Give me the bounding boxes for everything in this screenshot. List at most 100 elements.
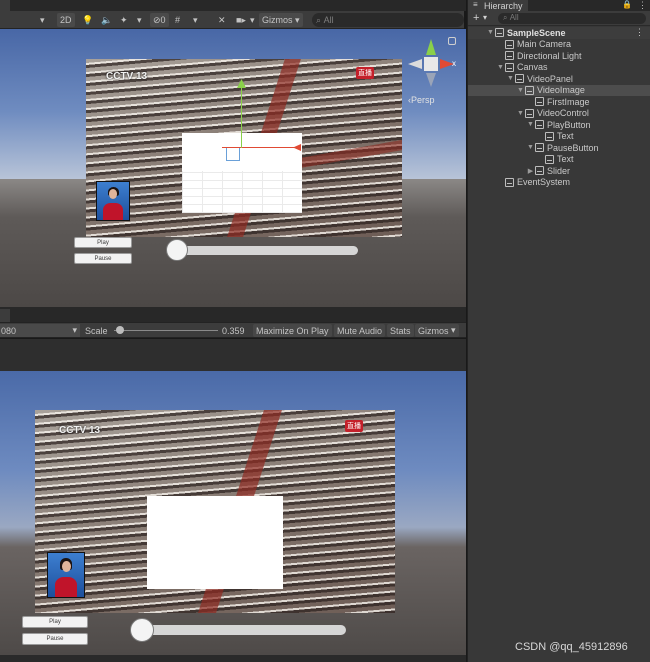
camera-icon[interactable]: ■▸: [236, 13, 246, 27]
camera-dropdown-icon[interactable]: ▾: [250, 13, 255, 27]
hierarchy-item-playbutton[interactable]: ▼ PlayButton: [468, 119, 650, 131]
effects-icon[interactable]: ✦: [120, 13, 128, 27]
pause-button-game[interactable]: Pause: [22, 633, 88, 645]
anchor-suit: [103, 202, 123, 220]
hierarchy-item-label: Text: [557, 131, 574, 142]
orientation-gizmo[interactable]: x: [404, 37, 460, 93]
projection-label[interactable]: ‹Persp: [408, 95, 435, 105]
slider-track-game[interactable]: [134, 625, 346, 635]
hierarchy-item-canvas[interactable]: ▼ Canvas: [468, 62, 650, 74]
hierarchy-item-slider[interactable]: ▶ Slider: [468, 165, 650, 177]
list-icon: ≡: [473, 0, 478, 9]
hierarchy-item-samplescene[interactable]: ▼ SampleScene ⋮: [468, 27, 650, 39]
expand-arrow-icon[interactable]: ▼: [516, 110, 525, 117]
hierarchy-item-directional-light[interactable]: Directional Light: [468, 50, 650, 62]
first-image-scene[interactable]: [182, 133, 302, 213]
hierarchy-item-videopanel[interactable]: ▼ VideoPanel: [468, 73, 650, 85]
gizmo-neg-x-cone-icon[interactable]: [408, 59, 422, 69]
tools-icon[interactable]: ✕: [218, 13, 226, 27]
move-gizmo-x-axis[interactable]: [222, 147, 300, 148]
game-viewport[interactable]: CCTV 13 直播 Play Pause: [0, 339, 466, 655]
game-tab[interactable]: [0, 309, 10, 322]
first-image-game[interactable]: [147, 496, 283, 589]
rect-handle[interactable]: [226, 147, 240, 161]
live-badge-game: 直播: [345, 420, 363, 432]
audio-toggle-icon[interactable]: 🔈: [101, 13, 112, 27]
hierarchy-item-pausebutton[interactable]: ▼ PauseButton: [468, 142, 650, 154]
2d-toggle-button[interactable]: 2D: [57, 13, 75, 27]
hierarchy-tab-label: Hierarchy: [484, 0, 523, 11]
gizmo-y-cone-icon[interactable]: [426, 39, 436, 55]
anchor-suit-game: [55, 577, 77, 597]
hierarchy-panel: ≡ Hierarchy 🔒 ⋮ + ▾ ⌕ All ▼ SampleScene ⋮ M…: [467, 0, 650, 662]
expand-arrow-icon[interactable]: ▶: [526, 167, 535, 175]
lighting-toggle-icon[interactable]: 💡: [82, 13, 93, 27]
shading-dropdown-icon[interactable]: ▾: [40, 13, 45, 27]
scale-slider-track[interactable]: [114, 330, 218, 331]
video-image-game[interactable]: CCTV 13 直播: [35, 410, 395, 613]
hierarchy-item-label: PlayButton: [547, 119, 591, 130]
hierarchy-item-videoimage[interactable]: ▼ VideoImage: [468, 84, 650, 96]
hierarchy-lock-icon[interactable]: 🔒: [622, 0, 632, 9]
gizmos-game-dropdown[interactable]: Gizmos ▾: [415, 324, 459, 337]
gizmo-neg-y-cone-icon[interactable]: [426, 73, 436, 87]
expand-arrow-icon[interactable]: ▼: [526, 144, 535, 151]
hierarchy-menu-icon[interactable]: ⋮: [638, 0, 647, 11]
hierarchy-item-main-camera[interactable]: Main Camera: [468, 39, 650, 51]
expand-arrow-icon[interactable]: ▼: [516, 87, 525, 94]
hierarchy-item-label: PauseButton: [547, 142, 599, 153]
play-button-game[interactable]: Play: [22, 616, 88, 628]
scene-menu-icon[interactable]: ⋮: [635, 27, 644, 38]
expand-arrow-icon[interactable]: ▼: [526, 121, 535, 128]
move-gizmo-y-axis[interactable]: [241, 84, 242, 148]
effects-dropdown-icon[interactable]: ▾: [137, 13, 142, 27]
gameobject-cube-icon: [505, 177, 514, 187]
scene-viewport[interactable]: CCTV 13 直播 Play Pause x ‹Persp: [0, 29, 466, 307]
scene-tab[interactable]: [0, 0, 10, 11]
anchor-face-game: [61, 560, 72, 573]
expand-arrow-icon[interactable]: ▼: [486, 29, 495, 36]
grid-dropdown-icon[interactable]: ▾: [193, 13, 198, 27]
resolution-chevron-down-icon: ▾: [72, 325, 77, 335]
gameobject-cube-icon: [545, 154, 554, 164]
add-icon[interactable]: +: [473, 12, 479, 24]
pause-button-scene[interactable]: Pause: [74, 253, 132, 264]
anchor-inset-game: [47, 552, 85, 598]
stats-button[interactable]: Stats: [387, 324, 414, 337]
play-button-scene[interactable]: Play: [74, 237, 132, 248]
gizmos-label: Gizmos: [262, 15, 293, 25]
gizmos-dropdown[interactable]: Gizmos ▾: [259, 13, 303, 27]
slider-knob-scene[interactable]: [166, 239, 188, 261]
expand-arrow-icon[interactable]: ▼: [506, 75, 515, 82]
maximize-on-play-button[interactable]: Maximize On Play: [253, 324, 332, 337]
gizmo-center-cube[interactable]: [424, 57, 438, 71]
hierarchy-item-videocontrol[interactable]: ▼ VideoControl: [468, 108, 650, 120]
hierarchy-search-icon: ⌕: [503, 13, 508, 22]
game-toolbar: 080 ▾ Scale 0.359 Maximize On Play Mute A…: [0, 322, 466, 338]
scene-toolbar: ▾ 2D 💡 🔈 ✦ ▾ ⊘ 0 # ▾ ✕ ■▸ ▾ Gizmos ▾ ⌕ Al…: [0, 11, 464, 29]
add-dropdown-icon[interactable]: ▾: [483, 13, 487, 22]
hidden-count: 0: [160, 15, 166, 25]
slider-knob-game[interactable]: [130, 618, 154, 642]
hierarchy-item-eventsystem[interactable]: EventSystem: [468, 177, 650, 189]
hidden-objects-button[interactable]: ⊘ 0: [150, 13, 169, 27]
hierarchy-tab[interactable]: ≡ Hierarchy: [468, 0, 528, 11]
mute-audio-button[interactable]: Mute Audio: [334, 324, 386, 337]
scale-value: 0.359: [222, 325, 245, 336]
letterbox-top: [0, 339, 466, 371]
scene-search-input[interactable]: ⌕ All: [312, 13, 464, 27]
hierarchy-item-label: Main Camera: [517, 39, 572, 50]
gameobject-cube-icon: [505, 62, 514, 72]
video-image-scene[interactable]: CCTV 13 直播: [86, 59, 402, 237]
resolution-dropdown[interactable]: 080 ▾: [0, 324, 80, 337]
hierarchy-item-text[interactable]: Text: [468, 131, 650, 143]
hierarchy-item-text[interactable]: Text: [468, 154, 650, 166]
expand-arrow-icon[interactable]: ▼: [496, 64, 505, 71]
scale-slider-knob[interactable]: [116, 326, 125, 334]
slider-track-scene[interactable]: [170, 246, 358, 255]
hierarchy-search-input[interactable]: ⌕ All: [498, 13, 646, 24]
lock-icon[interactable]: [448, 37, 456, 45]
hierarchy-item-firstimage[interactable]: FirstImage: [468, 96, 650, 108]
grid-toggle-icon[interactable]: #: [175, 13, 180, 27]
scale-label: Scale: [85, 325, 108, 336]
